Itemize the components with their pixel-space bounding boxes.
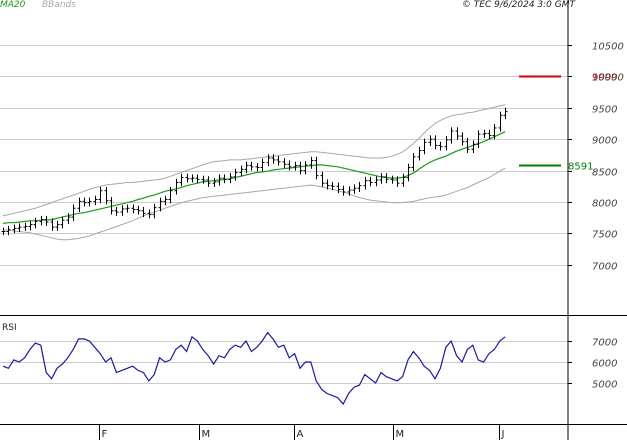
price-tick-label: 9500 bbox=[592, 105, 617, 116]
price-bar bbox=[55, 220, 60, 231]
price-bar bbox=[44, 215, 49, 226]
price-bar bbox=[503, 107, 508, 120]
month-label: M bbox=[396, 429, 405, 440]
price-bar bbox=[482, 129, 487, 138]
rsi-line bbox=[2, 331, 506, 406]
price-bar bbox=[136, 205, 141, 215]
price-bar bbox=[455, 127, 460, 140]
rsi-tick-label: 7000 bbox=[592, 338, 617, 349]
price-bar bbox=[444, 136, 449, 151]
price-tick-label: 8000 bbox=[592, 199, 617, 210]
price-bar bbox=[212, 178, 217, 187]
price-bar bbox=[433, 135, 438, 150]
price-bar bbox=[114, 207, 119, 216]
price-bar bbox=[195, 174, 200, 184]
month-label: M bbox=[202, 429, 211, 440]
price-bar bbox=[357, 181, 362, 192]
price-bar bbox=[179, 173, 184, 187]
price-bar bbox=[379, 173, 384, 184]
price-bar bbox=[374, 176, 379, 187]
price-bar bbox=[260, 158, 265, 172]
bband-upper bbox=[2, 104, 506, 217]
price-bar bbox=[406, 163, 411, 182]
price-bar bbox=[125, 204, 130, 213]
support-label: 8591 bbox=[568, 162, 593, 173]
price-bar bbox=[309, 156, 314, 169]
price-bar bbox=[233, 168, 238, 181]
price-tick-label: 9000 bbox=[592, 136, 617, 147]
price-bar bbox=[282, 158, 287, 169]
price-bar bbox=[287, 160, 292, 171]
price-bar bbox=[471, 140, 476, 154]
price-bar bbox=[190, 174, 195, 183]
price-bar bbox=[1, 227, 6, 236]
price-bar bbox=[23, 222, 28, 231]
price-bar bbox=[341, 185, 346, 196]
price-bar bbox=[314, 156, 319, 180]
price-tick-label: 7500 bbox=[592, 230, 617, 241]
price-bar bbox=[298, 161, 303, 175]
price-bar bbox=[363, 176, 368, 190]
price-bar bbox=[239, 165, 244, 177]
price-bar bbox=[93, 195, 98, 206]
price-bar bbox=[438, 141, 443, 151]
ma20-line bbox=[2, 131, 506, 224]
price-bar bbox=[390, 175, 395, 184]
price-bar bbox=[174, 178, 179, 195]
price-bar bbox=[163, 195, 168, 206]
price-tick-label: 10000 bbox=[592, 73, 624, 84]
price-bar bbox=[293, 161, 298, 171]
month-label: F bbox=[102, 429, 108, 440]
price-bar bbox=[460, 132, 465, 146]
price-chart: 99998591 1050010000950090008500800075007… bbox=[0, 0, 627, 440]
price-bar bbox=[352, 184, 357, 194]
rsi-label: RSI bbox=[2, 323, 17, 333]
price-bar bbox=[28, 220, 33, 231]
price-tick-label: 7000 bbox=[592, 262, 617, 273]
price-bar bbox=[17, 223, 22, 233]
price-bar bbox=[104, 186, 109, 205]
month-label: A bbox=[297, 429, 304, 440]
price-bar bbox=[77, 197, 82, 213]
price-tick-label: 8500 bbox=[592, 168, 617, 179]
price-bar bbox=[465, 137, 470, 154]
price-bar bbox=[33, 217, 38, 229]
price-bar bbox=[449, 127, 454, 144]
price-bar bbox=[60, 216, 65, 229]
price-bar bbox=[498, 111, 503, 132]
price-bar bbox=[131, 204, 136, 214]
price-bar bbox=[185, 173, 190, 183]
price-bar bbox=[417, 146, 422, 161]
month-label: J bbox=[501, 429, 505, 440]
price-bar bbox=[12, 224, 17, 234]
price-bar bbox=[249, 161, 254, 171]
price-bar bbox=[71, 204, 76, 221]
price-bar bbox=[303, 161, 308, 175]
price-bar bbox=[255, 163, 260, 172]
price-bar bbox=[368, 176, 373, 187]
rsi-tick-label: 5000 bbox=[592, 380, 617, 391]
price-bar bbox=[411, 153, 416, 172]
price-bar bbox=[320, 171, 325, 187]
price-bar bbox=[401, 173, 406, 187]
price-bar bbox=[98, 186, 103, 204]
price-bar bbox=[428, 135, 433, 147]
price-bar bbox=[276, 156, 281, 166]
bband-lower bbox=[2, 167, 506, 241]
price-bar bbox=[120, 205, 125, 216]
rsi-tick-label: 6000 bbox=[592, 359, 617, 370]
price-tick-label: 10500 bbox=[592, 42, 624, 53]
price-bar bbox=[422, 138, 427, 155]
